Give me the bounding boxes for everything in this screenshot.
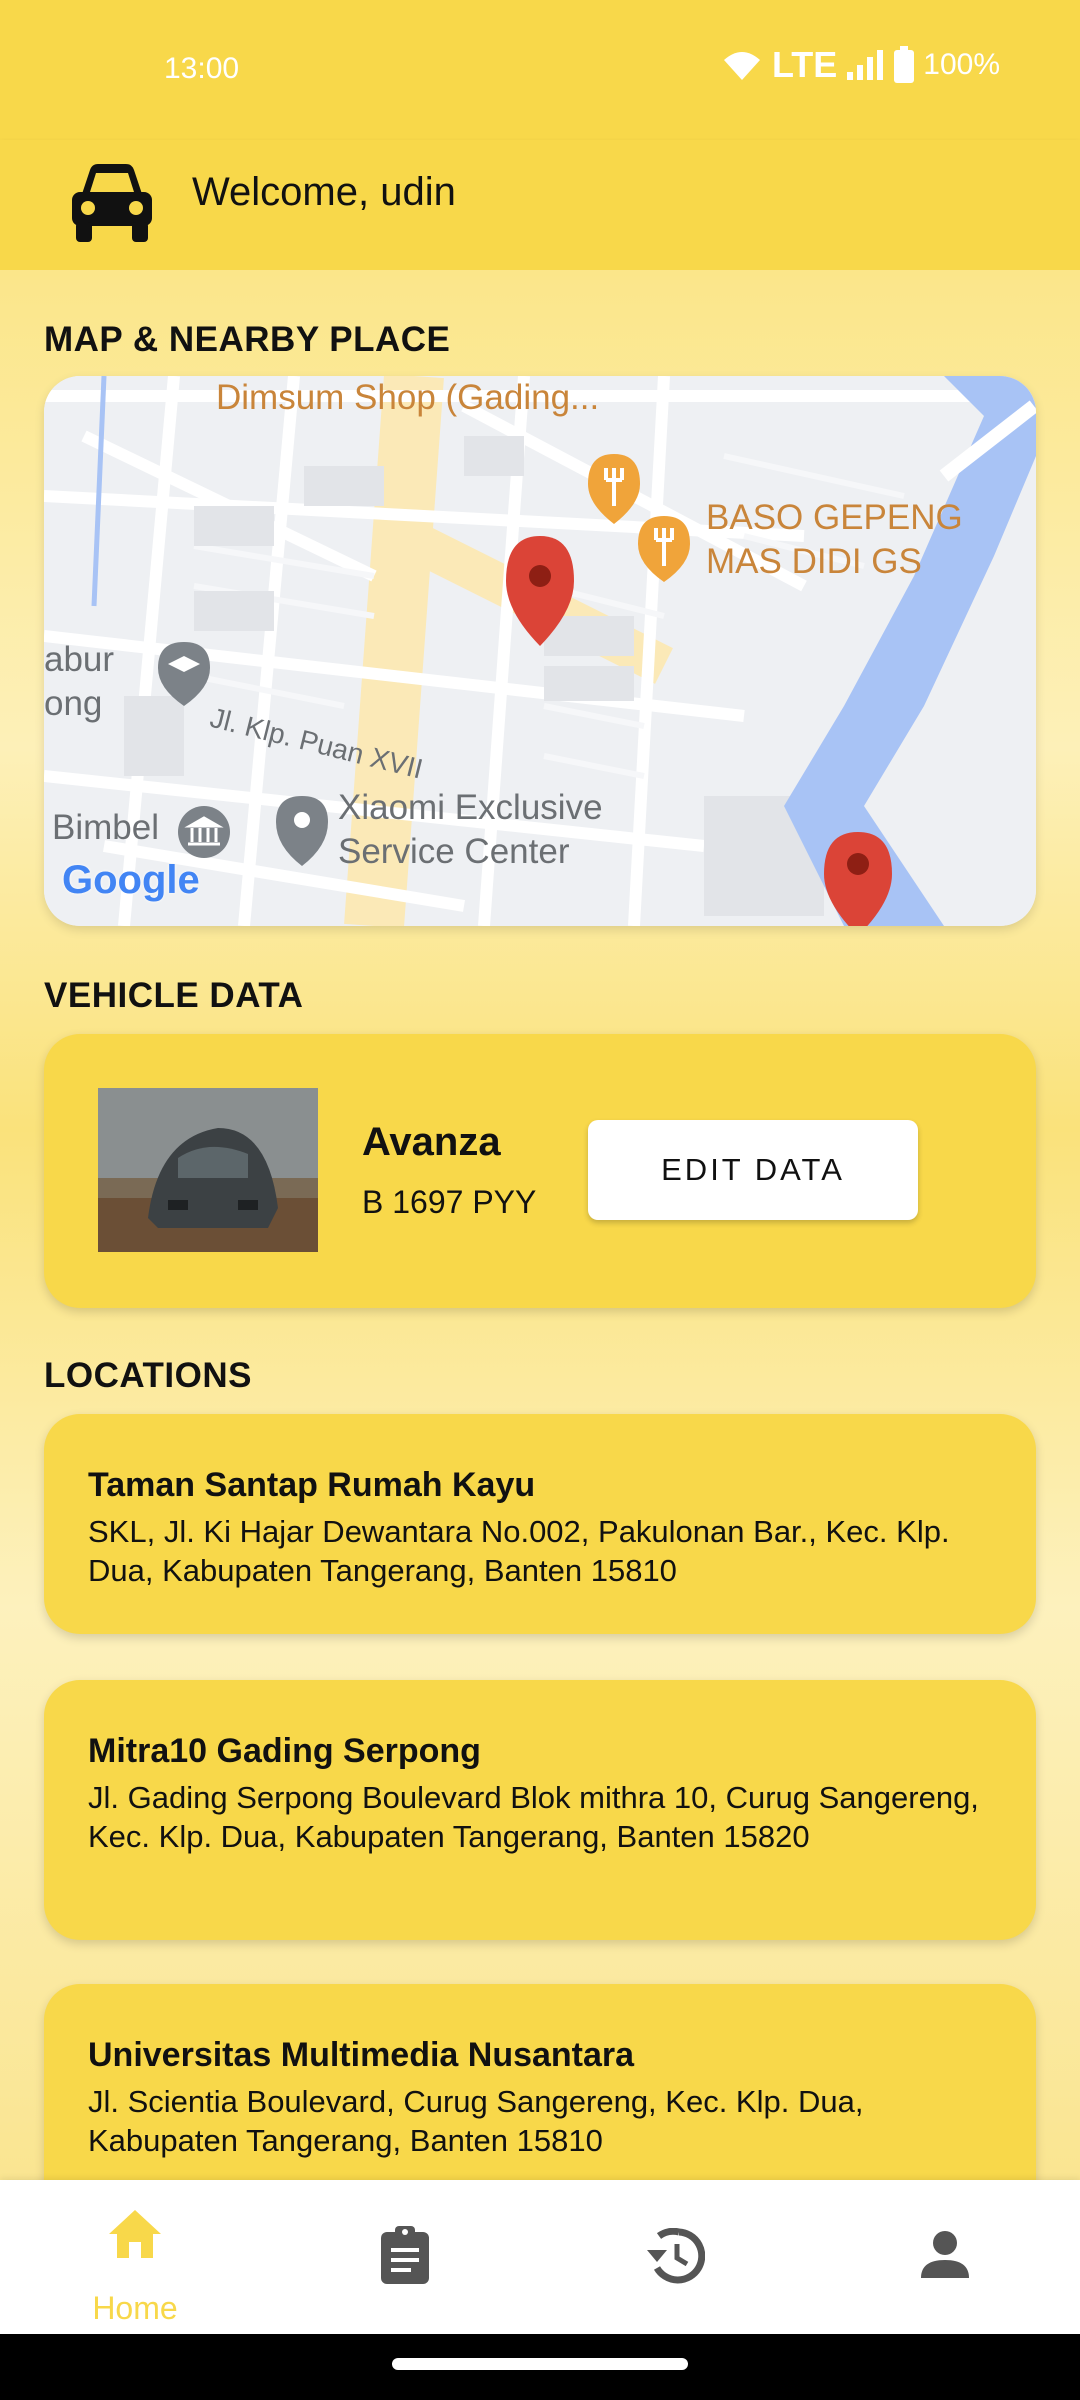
bottom-navigation: Home bbox=[0, 2180, 1080, 2334]
status-icons: LTE 100% bbox=[720, 44, 1000, 86]
map-label-baso-2: MAS DIDI GS bbox=[706, 542, 922, 581]
nav-home-label: Home bbox=[92, 2290, 178, 2326]
map-label-school-1: abur bbox=[44, 640, 115, 679]
location-name: Universitas Multimedia Nusantara bbox=[88, 2036, 635, 2074]
map-label-dimsum: Dimsum Shop (Gading... bbox=[216, 378, 600, 417]
location-address: SKL, Jl. Ki Hajar Dewantara No.002, Paku… bbox=[88, 1514, 950, 1588]
system-navigation-bar bbox=[0, 2334, 1080, 2400]
history-icon bbox=[647, 2228, 705, 2284]
nearby-map[interactable]: Dimsum Shop (Gading... BASO GEPENG MAS D… bbox=[44, 376, 1036, 926]
map-label-xiaomi-2: Service Center bbox=[338, 832, 570, 871]
signal-icon bbox=[847, 50, 884, 80]
clipboard-icon bbox=[381, 2226, 429, 2284]
location-card[interactable]: Mitra10 Gading Serpong Jl. Gading Serpon… bbox=[44, 1680, 1036, 1940]
location-card[interactable]: Universitas Multimedia Nusantara Jl. Sci… bbox=[44, 1984, 1036, 2180]
wifi-icon bbox=[723, 52, 760, 80]
nav-home[interactable]: Home bbox=[0, 2180, 270, 2334]
welcome-title: Welcome, udin bbox=[192, 170, 456, 214]
vehicle-section-title: VEHICLE DATA bbox=[44, 976, 304, 1015]
map-label-xiaomi-1: Xiaomi Exclusive bbox=[338, 788, 603, 827]
network-type: LTE bbox=[771, 44, 838, 85]
map-label-school-2: ong bbox=[44, 684, 103, 723]
vehicle-plate: B 1697 PYY bbox=[362, 1184, 537, 1220]
home-content[interactable]: MAP & NEARBY PLACE Dimsum Shop (Gading..… bbox=[0, 270, 1080, 2180]
google-logo: Google bbox=[62, 858, 200, 902]
location-name: Mitra10 Gading Serpong bbox=[88, 1732, 481, 1770]
home-gesture-handle[interactable] bbox=[392, 2358, 688, 2370]
nav-profile[interactable] bbox=[810, 2180, 1080, 2334]
bimbel-pin-icon bbox=[178, 806, 230, 858]
vehicle-card: Avanza B 1697 PYY EDIT DATA bbox=[44, 1034, 1036, 1308]
nav-bookings[interactable] bbox=[270, 2180, 540, 2334]
battery-icon bbox=[894, 46, 915, 83]
person-icon bbox=[921, 2231, 969, 2278]
map-label-bimbel: Bimbel bbox=[52, 808, 159, 847]
map-section-title: MAP & NEARBY PLACE bbox=[44, 320, 451, 359]
battery-percent: 100% bbox=[923, 48, 1000, 81]
location-name: Taman Santap Rumah Kayu bbox=[88, 1466, 536, 1504]
locations-section-title: LOCATIONS bbox=[44, 1356, 253, 1395]
app-bar: Welcome, udin bbox=[0, 140, 1080, 270]
nav-history[interactable] bbox=[540, 2180, 810, 2334]
vehicle-photo bbox=[98, 1088, 318, 1252]
location-address: Jl. Scientia Boulevard, Curug Sangereng,… bbox=[88, 2084, 864, 2158]
vehicle-name: Avanza bbox=[362, 1120, 501, 1164]
status-bar: 13:00 LTE 100% bbox=[0, 0, 1080, 140]
home-icon bbox=[109, 2210, 161, 2258]
location-address: Jl. Gading Serpong Boulevard Blok mithra… bbox=[88, 1780, 979, 1854]
status-time: 13:00 bbox=[164, 52, 240, 85]
edit-data-button[interactable]: EDIT DATA bbox=[588, 1120, 918, 1220]
location-card[interactable]: Taman Santap Rumah Kayu SKL, Jl. Ki Haja… bbox=[44, 1414, 1036, 1634]
map-label-baso-1: BASO GEPENG bbox=[706, 498, 963, 537]
car-icon bbox=[72, 164, 152, 242]
